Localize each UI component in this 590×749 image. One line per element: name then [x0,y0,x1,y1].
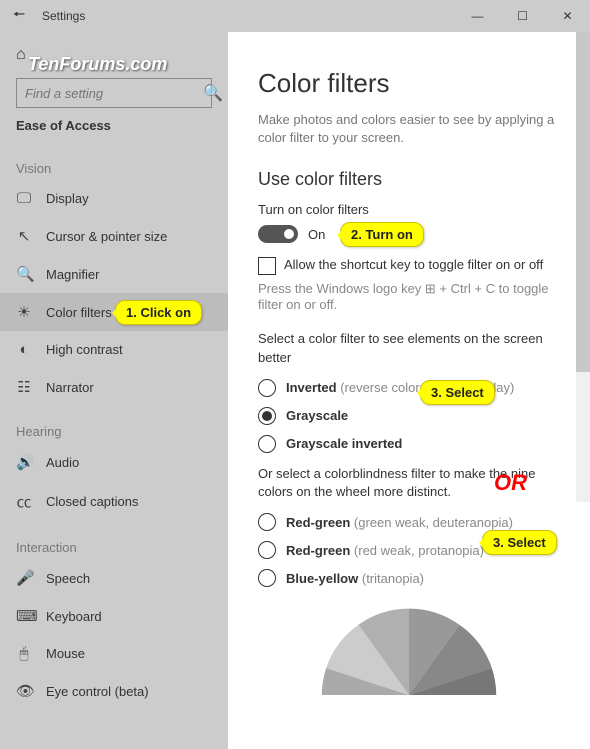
sidebar-item-keyboard[interactable]: ⌨ Keyboard [0,597,228,635]
filter-prompt: Select a color filter to see elements on… [258,330,560,366]
cursor-icon: ↖ [16,227,32,245]
watermark: TenForums.com [28,54,167,75]
keyboard-icon: ⌨ [16,607,32,625]
search-input[interactable] [17,86,203,101]
sidebar-item-speech[interactable]: 🎤 Speech [0,559,228,597]
sidebar-item-label: Eye control (beta) [46,684,149,699]
sidebar-item-narrator[interactable]: ☷ Narrator [0,368,228,406]
mouse-icon: 🖱 [16,645,32,662]
audio-icon: 🔊 [16,453,32,471]
sidebar-item-label: Speech [46,571,90,586]
radio-redgreen-deuteranopia[interactable]: Red-green (green weak, deuteranopia) [258,513,560,531]
sidebar-item-display[interactable]: 🖵 Display [0,180,228,217]
search-box[interactable]: 🔍 [16,78,212,108]
callout-3b: 3. Select [482,530,557,555]
highcontrast-icon: ◐ [16,341,32,358]
sidebar-item-label: Display [46,191,89,206]
color-wheel [319,605,499,695]
toggle-title: Turn on color filters [258,202,560,217]
minimize-button[interactable]: — [455,9,500,23]
sidebar-item-label: Keyboard [46,609,102,624]
group-interaction: Interaction [0,522,228,559]
window-title: Settings [38,9,85,23]
sidebar-item-magnifier[interactable]: 🔍 Magnifier [0,255,228,293]
close-button[interactable]: ✕ [545,9,590,23]
sidebar-item-captions[interactable]: ㏄ Closed captions [0,481,228,522]
radio-icon [258,513,276,531]
section-title: Ease of Access [0,118,228,143]
sidebar-item-cursor[interactable]: ↖ Cursor & pointer size [0,217,228,255]
radio-icon [258,569,276,587]
maximize-button[interactable]: ☐ [500,9,545,23]
scrollbar-thumb[interactable] [576,32,590,372]
sidebar-item-label: Magnifier [46,267,99,282]
group-hearing: Hearing [0,406,228,443]
sidebar-item-label: Narrator [46,380,94,395]
display-icon: 🖵 [16,190,32,207]
radio-grayscale[interactable]: Grayscale [258,407,560,425]
sidebar-item-audio[interactable]: 🔊 Audio [0,443,228,481]
shortcut-checkbox[interactable] [258,257,276,275]
eye-icon: 👁 [16,682,32,700]
sidebar: ⌂ 🔍 Ease of Access Vision 🖵Display ↖Curs… [0,32,228,749]
shortcut-hint: Press the Windows logo key ⊞ + Ctrl + C … [258,281,560,312]
colorfilters-icon: ☀ [16,303,32,321]
radio-grayscale-inverted[interactable]: Grayscale inverted [258,435,560,453]
radio-icon [258,541,276,559]
sidebar-item-highcontrast[interactable]: ◐ High contrast [0,331,228,368]
page-heading: Color filters [258,68,560,99]
content-pane: Color filters Make photos and colors eas… [228,32,590,749]
or-text: OR [494,470,527,496]
colorfilters-toggle[interactable] [258,225,298,243]
sidebar-item-label: Audio [46,455,79,470]
sidebar-item-label: Mouse [46,646,85,661]
narrator-icon: ☷ [16,378,32,396]
sidebar-item-label: High contrast [46,342,123,357]
magnifier-icon: 🔍 [16,265,32,283]
radio-icon [258,379,276,397]
callout-1: 1. Click on [115,300,202,325]
radio-inverted[interactable]: Inverted (reverse colors on the display) [258,379,560,397]
speech-icon: 🎤 [16,569,32,587]
back-button[interactable]: 🠔 [0,4,38,28]
sidebar-item-mouse[interactable]: 🖱 Mouse [0,635,228,672]
captions-icon: ㏄ [16,491,32,512]
toggle-state: On [308,227,325,242]
radio-icon [258,435,276,453]
titlebar: 🠔 Settings — ☐ ✕ [0,0,590,32]
sidebar-item-label: Color filters [46,305,112,320]
callout-3a: 3. Select [420,380,495,405]
radio-blueyellow[interactable]: Blue-yellow (tritanopia) [258,569,560,587]
sidebar-item-eye[interactable]: 👁 Eye control (beta) [0,672,228,710]
callout-2: 2. Turn on [340,222,424,247]
page-description: Make photos and colors easier to see by … [258,111,560,147]
group-vision: Vision [0,143,228,180]
sidebar-item-label: Closed captions [46,494,139,509]
section-heading: Use color filters [258,169,560,190]
search-icon: 🔍 [203,83,223,103]
windows-logo-icon: ⊞ [425,281,436,296]
sidebar-item-label: Cursor & pointer size [46,229,167,244]
radio-icon [258,407,276,425]
checkbox-label: Allow the shortcut key to toggle filter … [284,257,543,272]
